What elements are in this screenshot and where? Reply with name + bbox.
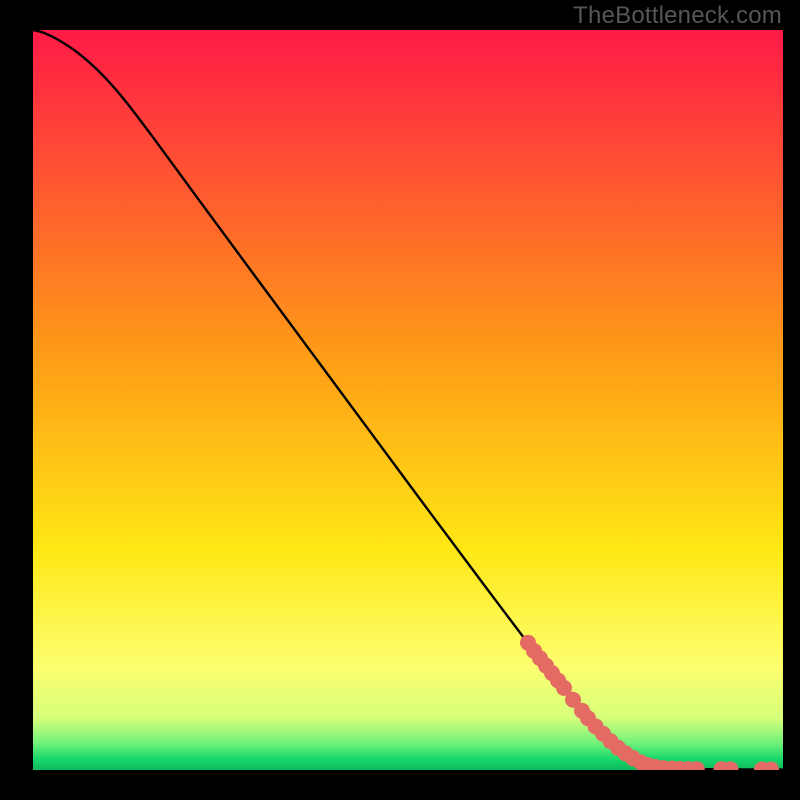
plot-background (33, 30, 783, 770)
chart-frame: { "watermark": "TheBottleneck.com", "cha… (0, 0, 800, 800)
data-marker (723, 761, 739, 777)
watermark-text: TheBottleneck.com (573, 2, 782, 30)
data-marker (689, 761, 705, 777)
bottleneck-chart (0, 0, 800, 800)
data-marker (763, 762, 779, 778)
